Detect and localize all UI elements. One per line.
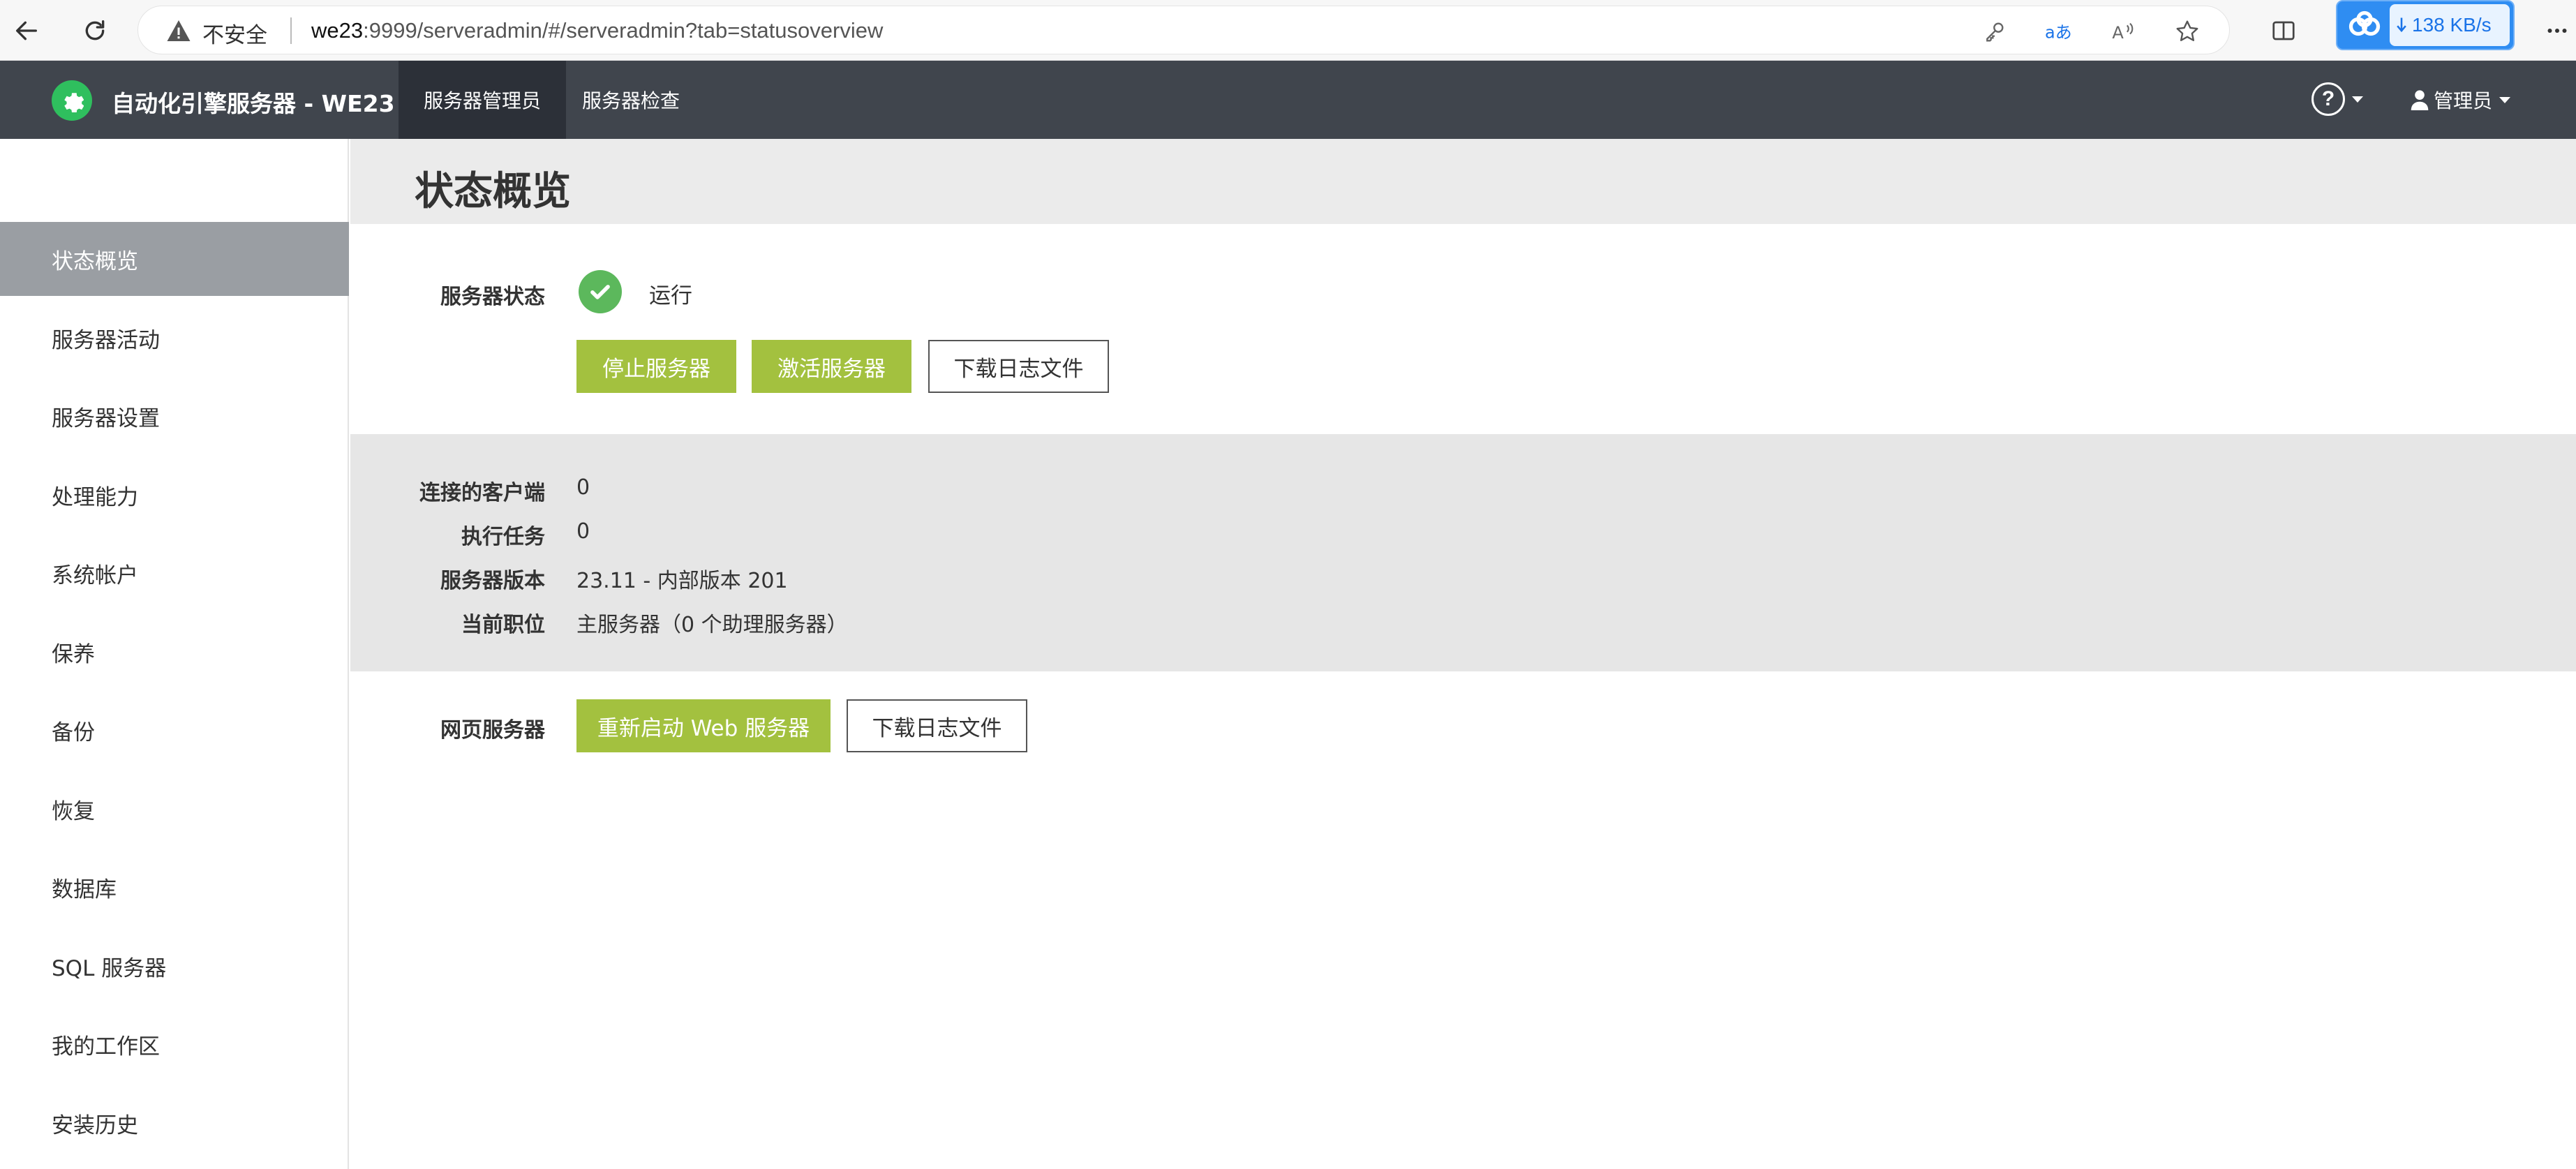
- more-icon[interactable]: [2542, 15, 2573, 46]
- user-icon: [2411, 90, 2429, 110]
- sidebar-item-maintenance[interactable]: 保养: [0, 615, 349, 689]
- sidebar-item-my-workspace[interactable]: 我的工作区: [0, 1007, 349, 1081]
- sidebar-item-system-accounts[interactable]: 系统帐户: [0, 536, 349, 610]
- info-label-current-role: 当前职位: [461, 613, 545, 637]
- sidebar-item-sql-server[interactable]: SQL 服务器: [0, 929, 349, 1003]
- activate-server-button[interactable]: 激活服务器: [752, 340, 911, 393]
- help-menu[interactable]: ?: [2311, 82, 2363, 116]
- server-status-value: 运行: [649, 283, 692, 308]
- split-screen-icon[interactable]: [2268, 15, 2299, 46]
- download-widget[interactable]: 138 KB/s: [2336, 0, 2515, 50]
- back-icon[interactable]: [4, 8, 49, 53]
- chevron-down-icon: [2499, 96, 2511, 103]
- app-title: 自动化引擎服务器 - WE23: [112, 90, 395, 117]
- key-icon[interactable]: [1981, 17, 2009, 45]
- sidebar-item-install-history[interactable]: 安装历史: [0, 1086, 349, 1160]
- cloud-download-icon: [2348, 10, 2381, 36]
- web-download-log-button[interactable]: 下载日志文件: [847, 699, 1027, 752]
- svg-text:A: A: [2112, 23, 2124, 43]
- download-speed-text: 138 KB/s: [2412, 14, 2492, 36]
- info-value-server-version: 23.11 - 内部版本 201: [576, 569, 788, 593]
- sidebar-item-server-settings[interactable]: 服务器设置: [0, 379, 349, 453]
- sidebar: 状态概览 服务器活动 服务器设置 处理能力 系统帐户 保养 备份 恢复 数据库 …: [0, 139, 349, 1169]
- user-label: 管理员: [2434, 89, 2493, 112]
- security-label[interactable]: 不安全: [202, 17, 267, 49]
- web-server-label: 网页服务器: [440, 718, 545, 743]
- page-header: 状态概览: [350, 139, 2576, 224]
- sidebar-item-server-activity[interactable]: 服务器活动: [0, 301, 349, 375]
- url-host: we23: [311, 18, 364, 43]
- info-value-current-role: 主服务器（0 个助理服务器）: [576, 613, 848, 637]
- server-status-label: 服务器状态: [440, 285, 545, 309]
- stop-server-button[interactable]: 停止服务器: [576, 340, 736, 393]
- refresh-icon[interactable]: [73, 8, 117, 53]
- sidebar-item-status-overview[interactable]: 状态概览: [0, 222, 349, 296]
- browser-toolbar: 不安全 we23:9999/serveradmin/#/serveradmin?…: [0, 0, 2576, 61]
- info-label-running-tasks: 执行任务: [461, 525, 545, 549]
- user-menu[interactable]: 管理员: [2410, 86, 2511, 114]
- info-label-server-version: 服务器版本: [440, 569, 545, 593]
- tab-server-inspection[interactable]: 服务器检查: [557, 61, 705, 139]
- warning-icon[interactable]: [166, 19, 191, 43]
- download-log-button[interactable]: 下载日志文件: [928, 340, 1109, 393]
- sidebar-item-backup[interactable]: 备份: [0, 693, 349, 767]
- info-value-connected-clients: 0: [576, 475, 590, 500]
- app-header: 自动化引擎服务器 - WE23 服务器管理员 服务器检查 ? 管理员: [0, 61, 2576, 139]
- page-title: 状态概览: [415, 169, 571, 214]
- chevron-down-icon: [2352, 96, 2363, 103]
- address-bar[interactable]: 不安全 we23:9999/serveradmin/#/serveradmin?…: [137, 6, 2230, 54]
- sidebar-item-database[interactable]: 数据库: [0, 850, 349, 924]
- svg-text:aあ: aあ: [2045, 22, 2072, 42]
- url-text[interactable]: we23:9999/serveradmin/#/serveradmin?tab=…: [311, 18, 883, 43]
- favorite-star-icon[interactable]: [2173, 17, 2201, 45]
- url-path: :9999/serveradmin/#/serveradmin?tab=stat…: [363, 18, 884, 43]
- arrow-down-icon: [2397, 17, 2406, 33]
- info-value-running-tasks: 0: [576, 519, 590, 544]
- gear-logo-icon: [52, 80, 92, 121]
- read-aloud-icon[interactable]: A: [2109, 17, 2137, 45]
- restart-web-server-button[interactable]: 重新启动 Web 服务器: [576, 699, 831, 752]
- tab-server-admin[interactable]: 服务器管理员: [399, 61, 567, 139]
- check-circle-icon: [579, 270, 622, 313]
- help-icon: ?: [2311, 82, 2345, 116]
- address-divider: [290, 17, 292, 44]
- sidebar-item-processing-capacity[interactable]: 处理能力: [0, 458, 349, 532]
- translate-icon[interactable]: aあ: [2045, 17, 2073, 45]
- sidebar-item-restore[interactable]: 恢复: [0, 772, 349, 846]
- download-speed: 138 KB/s: [2390, 4, 2510, 46]
- info-label-connected-clients: 连接的客户端: [419, 481, 545, 505]
